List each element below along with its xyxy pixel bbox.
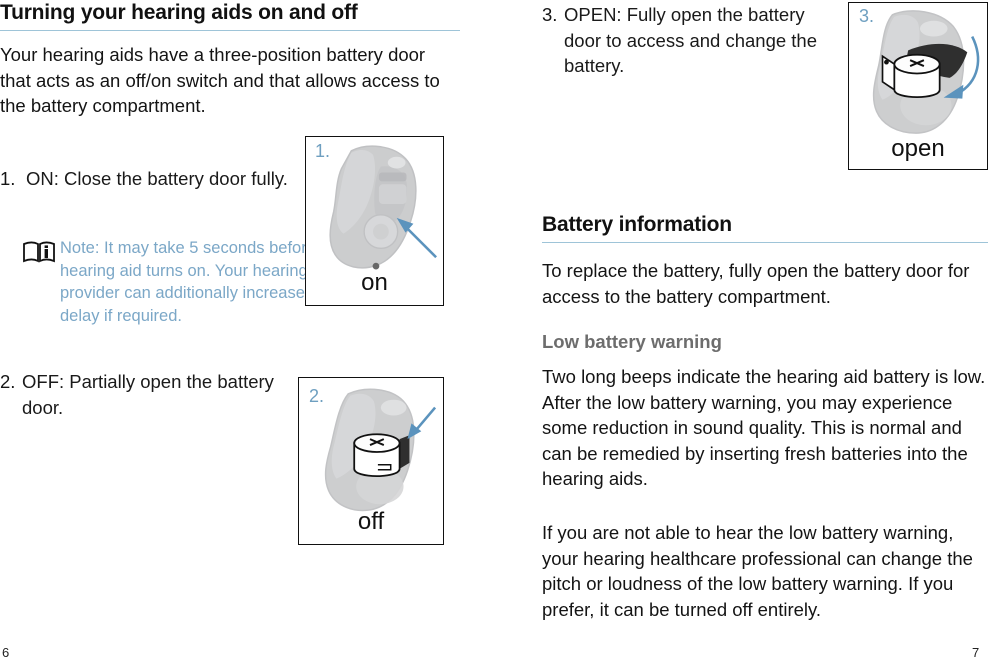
instructions-booklet-icon bbox=[22, 237, 60, 327]
battery-info-intro: To replace the battery, fully open the b… bbox=[542, 260, 970, 307]
low-battery-paragraph-1: Two long beeps indicate the hearing aid … bbox=[542, 366, 986, 489]
low-battery-paragraph-2-container: If you are not able to hear the low batt… bbox=[542, 520, 988, 622]
page-title: Turning your hearing aids on and off bbox=[0, 0, 460, 31]
list-item-1-text: ON: Close the battery door fully. bbox=[26, 168, 288, 189]
battery-info-intro-container: To replace the battery, fully open the b… bbox=[542, 258, 988, 309]
intro-paragraph-container: Your hearing aids have a three-position … bbox=[0, 42, 445, 119]
list-item-2-number: 2. bbox=[0, 371, 16, 392]
battery-info-title: Battery information bbox=[542, 212, 988, 243]
low-battery-heading-container: Low battery warning bbox=[542, 330, 988, 354]
battery-info-heading-container: Battery information bbox=[542, 212, 988, 243]
figure-1-number: 1. bbox=[315, 141, 331, 161]
figure-hearing-aid-on: 1. on bbox=[305, 136, 444, 306]
list-item-2: 2. OFF: Partially open the battery door. bbox=[0, 369, 290, 420]
list-item-1-number: 1. bbox=[0, 168, 16, 189]
manual-page-spread: Turning your hearing aids on and off You… bbox=[0, 0, 988, 664]
list-item-3: 3. OPEN: Fully open the battery door to … bbox=[542, 2, 842, 79]
figure-hearing-aid-open: 3. open bbox=[848, 2, 988, 170]
list-item-1: 1. ON: Close the battery door fully. bbox=[0, 166, 300, 192]
figure-3-number: 3. bbox=[859, 6, 875, 26]
figure-2-number: 2. bbox=[309, 386, 325, 406]
figure-1-caption: on bbox=[361, 269, 388, 296]
left-page-column: Turning your hearing aids on and off You… bbox=[0, 0, 460, 664]
low-battery-paragraph-1-container: Two long beeps indicate the hearing aid … bbox=[542, 364, 988, 492]
right-page-number: 7 bbox=[972, 645, 980, 660]
list-item-3-text: OPEN: Fully open the battery door to acc… bbox=[564, 4, 818, 76]
list-item-3-number: 3. bbox=[542, 4, 558, 25]
left-page-number: 6 bbox=[2, 645, 10, 660]
figure-2-caption: off bbox=[357, 508, 385, 535]
figure-3-caption: open bbox=[891, 135, 945, 162]
low-battery-warning-title: Low battery warning bbox=[542, 331, 722, 352]
intro-paragraph: Your hearing aids have a three-position … bbox=[0, 44, 440, 116]
figure-hearing-aid-off: 2. off bbox=[298, 377, 444, 545]
list-item-2-text: OFF: Partially open the battery door. bbox=[22, 371, 274, 418]
low-battery-paragraph-2: If you are not able to hear the low batt… bbox=[542, 522, 973, 620]
